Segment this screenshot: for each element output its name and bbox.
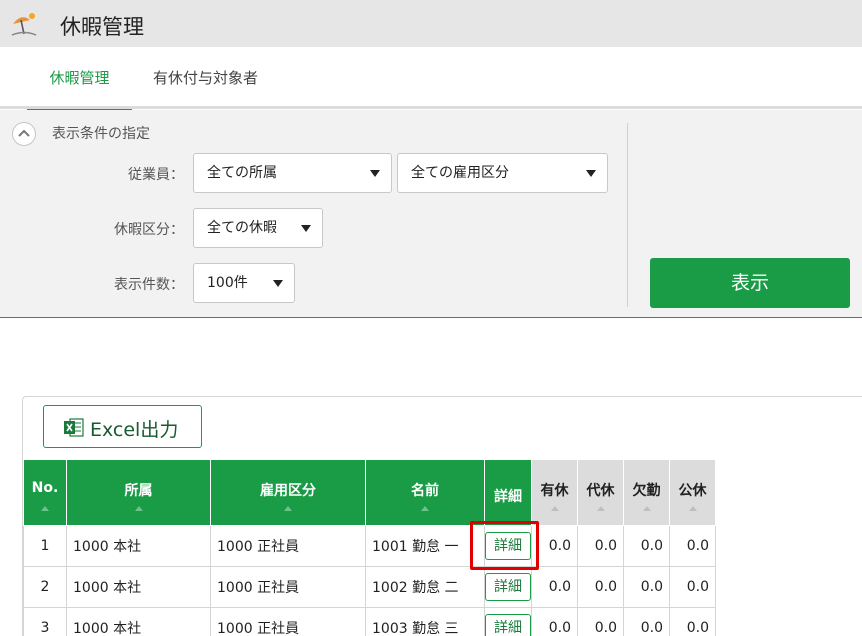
cell-public-holiday: 0.0: [670, 526, 716, 567]
beach-umbrella-icon: [10, 10, 38, 38]
filter-divider: [627, 123, 628, 307]
col-compensatory-leave-label: 代休: [587, 483, 615, 499]
col-public-holiday[interactable]: 公休: [670, 460, 716, 526]
sort-asc-icon: [689, 506, 697, 511]
department-select[interactable]: 全ての所属: [193, 153, 392, 193]
table-row: 1 1000 本社 1000 正社員 1001 勤怠 一 詳細 0.0 0.0 …: [24, 526, 716, 567]
employee-label: 従業員：: [64, 164, 184, 184]
table-row: 2 1000 本社 1000 正社員 1002 勤怠 二 詳細 0.0 0.0 …: [24, 567, 716, 608]
count-select[interactable]: 100件: [193, 263, 295, 303]
cell-detail: 詳細: [485, 608, 532, 636]
cell-absence: 0.0: [624, 608, 670, 636]
table-header-row: No. 所属 雇用区分 名前 詳細 有休 代休 欠勤 公休: [24, 460, 716, 526]
col-detail-label: 詳細: [494, 489, 522, 505]
col-department-label: 所属: [125, 483, 153, 499]
leave-type-select-value: 全ての休暇: [207, 220, 277, 236]
display-button[interactable]: 表示: [650, 258, 850, 308]
cell-absence: 0.0: [624, 567, 670, 608]
cell-no: 2: [24, 567, 67, 608]
sort-asc-icon: [551, 506, 559, 511]
col-no[interactable]: No.: [24, 460, 67, 526]
leave-type-label: 休暇区分：: [64, 219, 184, 239]
cell-employment-type: 1000 正社員: [211, 608, 366, 636]
cell-no: 1: [24, 526, 67, 567]
col-department[interactable]: 所属: [67, 460, 211, 526]
cell-employment-type: 1000 正社員: [211, 526, 366, 567]
caret-down-icon: [273, 280, 283, 287]
app-title: 休暇管理: [60, 11, 144, 41]
filter-title: 表示条件の指定: [52, 123, 150, 143]
cell-department: 1000 本社: [67, 608, 211, 636]
title-bar: 休暇管理: [0, 0, 862, 47]
chevron-up-icon: [18, 129, 30, 138]
count-select-value: 100件: [207, 275, 248, 291]
table-row: 3 1000 本社 1000 正社員 1003 勤怠 三 詳細 0.0 0.0 …: [24, 608, 716, 636]
col-paid-leave[interactable]: 有休: [532, 460, 578, 526]
employment-type-select-value: 全ての雇用区分: [411, 165, 509, 181]
col-absence-label: 欠勤: [633, 483, 661, 499]
cell-paid-leave: 0.0: [532, 526, 578, 567]
cell-compensatory-leave: 0.0: [578, 567, 624, 608]
cell-name: 1002 勤怠 二: [366, 567, 485, 608]
cell-no: 3: [24, 608, 67, 636]
col-name[interactable]: 名前: [366, 460, 485, 526]
cell-department: 1000 本社: [67, 567, 211, 608]
col-employment-type[interactable]: 雇用区分: [211, 460, 366, 526]
cell-paid-leave: 0.0: [532, 567, 578, 608]
col-absence[interactable]: 欠勤: [624, 460, 670, 526]
results-panel: Excel出力 No. 所属 雇用区分 名前 詳細 有休 代休 欠勤 公休 1 …: [22, 396, 862, 636]
col-name-label: 名前: [411, 483, 439, 499]
cell-detail: 詳細: [485, 567, 532, 608]
excel-icon: [64, 418, 84, 437]
caret-down-icon: [370, 170, 380, 177]
cell-compensatory-leave: 0.0: [578, 526, 624, 567]
tab-bar: 休暇管理 有休付与対象者: [0, 47, 862, 109]
col-compensatory-leave[interactable]: 代休: [578, 460, 624, 526]
detail-button[interactable]: 詳細: [485, 573, 531, 601]
leave-table: No. 所属 雇用区分 名前 詳細 有休 代休 欠勤 公休 1 1000 本社 …: [23, 459, 716, 636]
tab-paid-leave-grantees[interactable]: 有休付与対象者: [133, 47, 278, 109]
sort-asc-icon: [421, 506, 429, 511]
employment-type-select[interactable]: 全ての雇用区分: [397, 153, 608, 193]
department-select-value: 全ての所属: [207, 165, 277, 181]
cell-compensatory-leave: 0.0: [578, 608, 624, 636]
leave-type-select[interactable]: 全ての休暇: [193, 208, 323, 248]
col-detail: 詳細: [485, 460, 532, 526]
cell-detail: 詳細: [485, 526, 532, 567]
sort-asc-icon: [135, 506, 143, 511]
cell-absence: 0.0: [624, 526, 670, 567]
col-paid-leave-label: 有休: [541, 483, 569, 499]
tab-leave-management[interactable]: 休暇管理: [27, 47, 132, 109]
cell-department: 1000 本社: [67, 526, 211, 567]
col-employment-type-label: 雇用区分: [260, 483, 316, 499]
count-label: 表示件数：: [64, 274, 184, 294]
cell-paid-leave: 0.0: [532, 608, 578, 636]
sort-asc-icon: [284, 506, 292, 511]
excel-export-label: Excel出力: [90, 415, 178, 442]
col-public-holiday-label: 公休: [679, 483, 707, 499]
cell-name: 1003 勤怠 三: [366, 608, 485, 636]
detail-button[interactable]: 詳細: [485, 532, 531, 560]
sort-asc-icon: [597, 506, 605, 511]
cell-employment-type: 1000 正社員: [211, 567, 366, 608]
cell-name: 1001 勤怠 一: [366, 526, 485, 567]
excel-export-button[interactable]: Excel出力: [43, 405, 202, 448]
caret-down-icon: [586, 170, 596, 177]
col-no-label: No.: [32, 480, 59, 496]
sort-asc-icon: [643, 506, 651, 511]
cell-public-holiday: 0.0: [670, 567, 716, 608]
collapse-filter-button[interactable]: [12, 122, 36, 146]
caret-down-icon: [301, 225, 311, 232]
detail-button[interactable]: 詳細: [485, 614, 531, 636]
sort-asc-icon: [41, 506, 49, 511]
cell-public-holiday: 0.0: [670, 608, 716, 636]
